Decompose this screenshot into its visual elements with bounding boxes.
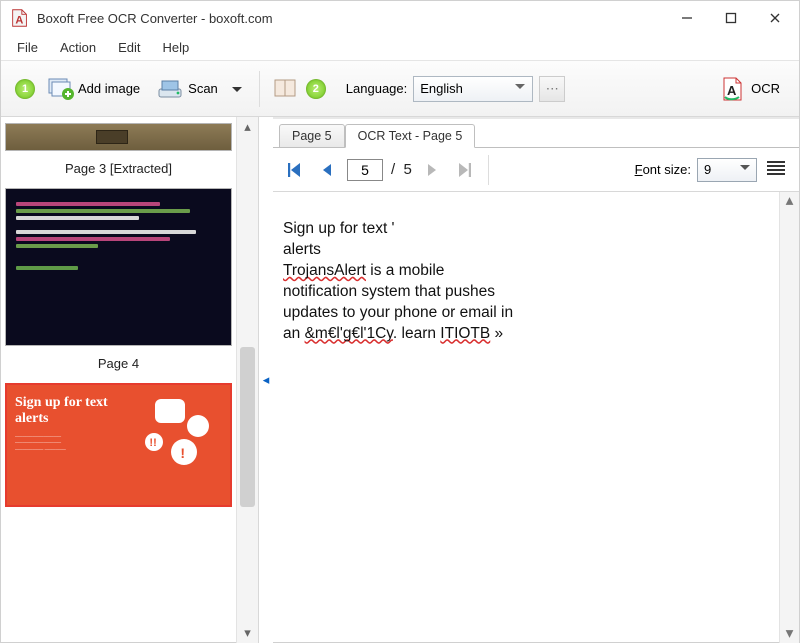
thumbnail-image: Sign up for text alerts ────────────────… — [7, 385, 230, 505]
close-button[interactable] — [753, 3, 797, 33]
next-page-button[interactable] — [420, 158, 444, 182]
step-2-badge: 2 — [306, 79, 326, 99]
svg-text:A: A — [15, 15, 23, 27]
tab-strip: Page 5 OCR Text - Page 5 — [273, 117, 799, 147]
add-image-label: Add image — [78, 81, 140, 96]
splitter-collapse-icon[interactable]: ◂ — [261, 362, 271, 398]
vertical-splitter[interactable]: ◂ — [259, 117, 273, 643]
scroll-up-icon[interactable]: ▴ — [780, 192, 799, 210]
menu-file[interactable]: File — [7, 37, 48, 58]
scroll-up-icon[interactable]: ▴ — [237, 117, 258, 137]
thumbnail-page-3[interactable] — [5, 123, 232, 151]
layout-icon[interactable] — [272, 75, 300, 103]
page-total: / 5 — [391, 161, 412, 178]
ocr-icon: A — [719, 75, 747, 103]
maximize-button[interactable] — [709, 3, 753, 33]
tab-page-image[interactable]: Page 5 — [279, 124, 345, 148]
ocr-text-area[interactable]: Sign up for text ' alerts TrojansAlert i… — [273, 191, 799, 643]
thumbnail-label: Page 3 [Extracted] — [5, 157, 232, 182]
pager-toolbar: / 5 Font size: 9 — [273, 147, 799, 191]
thumbnail-image — [6, 189, 231, 345]
scroll-down-icon[interactable]: ▾ — [780, 625, 799, 643]
ocr-label: OCR — [751, 81, 780, 96]
minimize-button[interactable] — [665, 3, 709, 33]
language-settings-button[interactable]: ⋯ — [539, 76, 565, 102]
content-panel: Page 5 OCR Text - Page 5 / 5 Font size: — [273, 117, 799, 643]
menu-action[interactable]: Action — [50, 37, 106, 58]
page-number-input[interactable] — [347, 159, 383, 181]
add-image-icon — [46, 75, 74, 103]
menu-edit[interactable]: Edit — [108, 37, 150, 58]
prev-page-button[interactable] — [315, 158, 339, 182]
gear-icon: ⋯ — [546, 81, 559, 97]
thumb5-headline: Sign up for text alerts — [15, 395, 123, 427]
menu-help[interactable]: Help — [153, 37, 200, 58]
app-icon: A — [9, 7, 31, 29]
first-page-button[interactable] — [283, 158, 307, 182]
tab-ocr-text[interactable]: OCR Text - Page 5 — [345, 124, 476, 148]
toolbar: 1 Add image Scan 2 Language: English — [1, 61, 799, 117]
svg-text:A: A — [727, 83, 737, 98]
workarea: Page 3 [Extracted] Page 4 Sign up for te… — [1, 117, 799, 643]
thumbnail-page-4[interactable] — [5, 188, 232, 346]
toolbar-separator — [259, 71, 260, 107]
font-size-label: Font size: — [635, 162, 691, 177]
scan-button[interactable]: Scan — [151, 72, 247, 106]
thumbnail-panel: Page 3 [Extracted] Page 4 Sign up for te… — [1, 117, 259, 643]
scroll-down-icon[interactable]: ▾ — [237, 623, 258, 643]
thumbnail-label: Page 4 — [5, 352, 232, 377]
font-size-select[interactable]: 9 — [697, 158, 757, 182]
copy-all-button[interactable] — [763, 157, 789, 183]
ocr-button[interactable]: A OCR — [714, 72, 785, 106]
thumbnail-list[interactable]: Page 3 [Extracted] Page 4 Sign up for te… — [1, 117, 236, 643]
thumbnail-scrollbar[interactable]: ▴ ▾ — [236, 117, 258, 643]
title-bar: A Boxoft Free OCR Converter - boxoft.com — [1, 1, 799, 35]
thumbnail-page-5[interactable]: Sign up for text alerts ────────────────… — [5, 383, 232, 507]
add-image-button[interactable]: Add image — [41, 72, 145, 106]
scan-label: Scan — [188, 81, 218, 96]
language-label: Language: — [346, 81, 407, 96]
text-scrollbar[interactable]: ▴ ▾ — [779, 192, 799, 643]
window-title: Boxoft Free OCR Converter - boxoft.com — [37, 11, 665, 26]
menu-bar: File Action Edit Help — [1, 35, 799, 61]
scanner-icon — [156, 75, 184, 103]
last-page-button[interactable] — [452, 158, 476, 182]
language-select[interactable]: English — [413, 76, 533, 102]
thumbnail-image — [6, 124, 231, 150]
scan-dropdown-arrow[interactable] — [232, 87, 242, 97]
scrollbar-thumb[interactable] — [240, 347, 255, 507]
step-1-badge: 1 — [15, 79, 35, 99]
